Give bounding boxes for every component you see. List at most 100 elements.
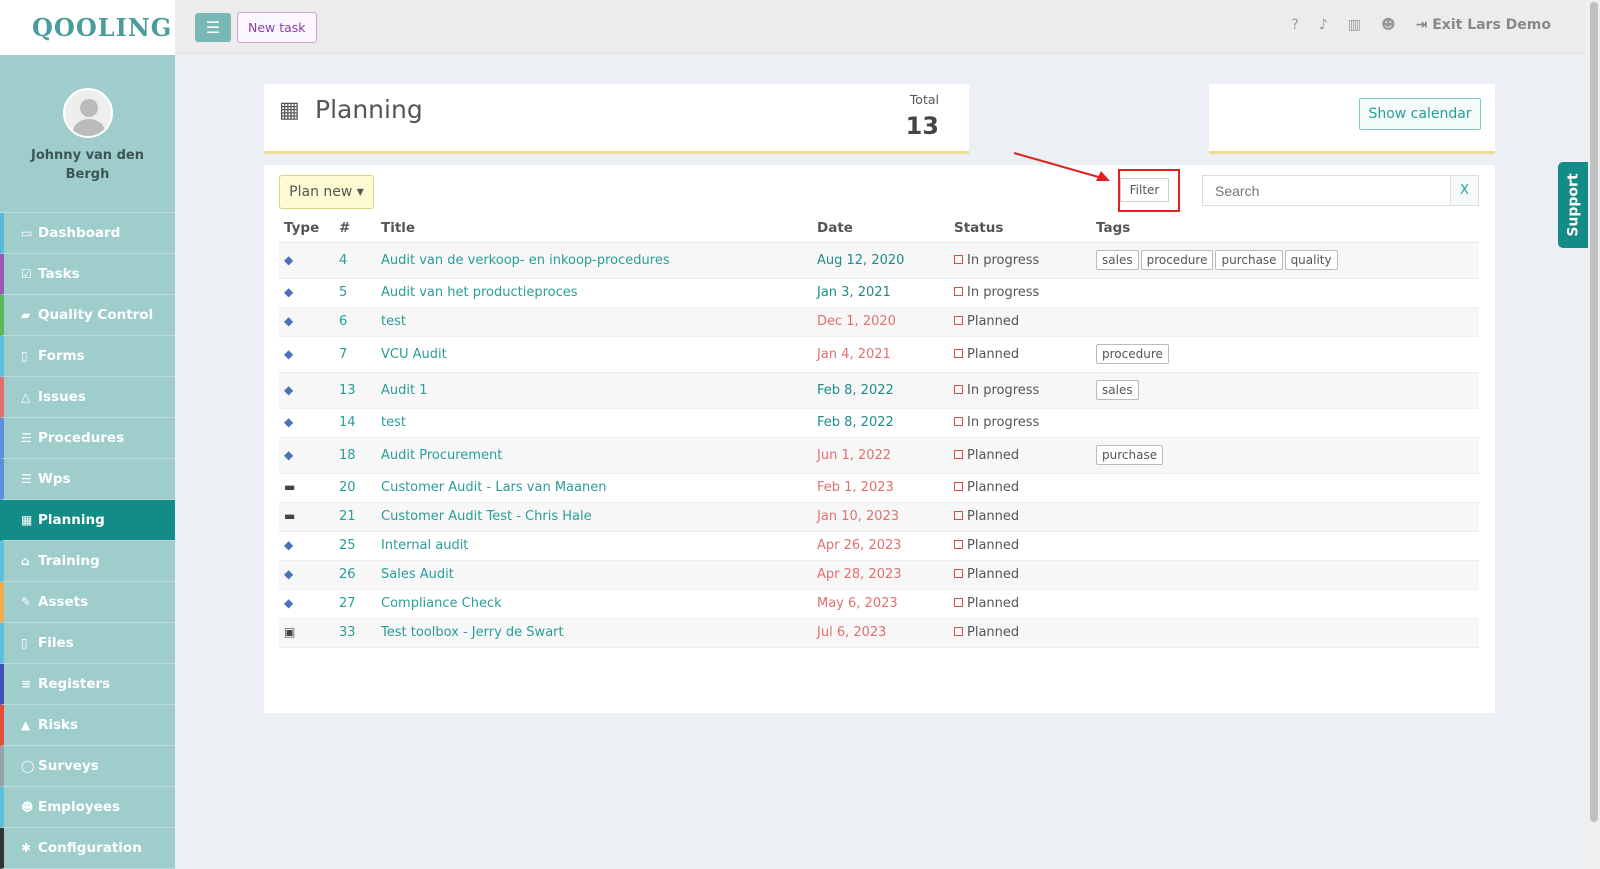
sidebar-item-wps[interactable]: ☰ Wps [0,459,175,500]
sidebar-item-dashboard[interactable]: ▭ Dashboard [0,213,175,254]
table-row[interactable]: ◆ 27 Compliance Check May 6, 2023 Planned [279,589,1479,619]
tag-badge[interactable]: procedure [1096,344,1169,364]
item-title-link[interactable]: Audit Procurement [381,448,502,463]
bell-icon[interactable]: ♪ [1319,17,1328,33]
sidebar-item-forms[interactable]: ▯ Forms [0,336,175,377]
status-cell: Planned [954,336,1096,373]
item-title-link[interactable]: Test toolbox - Jerry de Swart [381,625,564,640]
table-row[interactable]: ▬ 20 Customer Audit - Lars van Maanen Feb 1… [279,473,1479,503]
table-row[interactable]: ◆ 25 Internal audit Apr 26, 2023 Planned [279,531,1479,561]
item-number[interactable]: 14 [339,415,356,430]
scroll-thumb[interactable] [1590,2,1598,822]
table-row[interactable]: ▬ 21 Customer Audit Test - Chris Hale Jan 1… [279,502,1479,532]
sidebar-item-assets[interactable]: ✎ Assets [0,582,175,623]
table-row[interactable]: ◆ 6 test Dec 1, 2020 Planned [279,307,1479,337]
sign-out-icon: ⇥ [1415,17,1433,33]
scrollbar[interactable] [1588,0,1600,869]
sidebar-item-files[interactable]: ▯ Files [0,623,175,664]
table-row[interactable]: ◆ 13 Audit 1 Feb 8, 2022 In progress sales [279,372,1479,409]
item-title-link[interactable]: Audit van het productieproces [381,285,578,300]
item-title-link[interactable]: Customer Audit Test - Chris Hale [381,509,592,524]
table-row[interactable]: ◆ 14 test Feb 8, 2022 In progress [279,408,1479,438]
bars-icon: ≡ [21,677,32,691]
item-title-link[interactable]: test [381,415,406,430]
sidebar-item-training[interactable]: ⌂ Training [0,541,175,582]
sidebar-item-quality-control[interactable]: ▰ Quality Control [0,295,175,336]
users-icon: ☻ [21,800,34,814]
item-number[interactable]: 27 [339,596,356,611]
sidebar-item-surveys[interactable]: ◯ Surveys [0,746,175,787]
show-calendar-button[interactable]: Show calendar [1359,98,1481,130]
item-title-link[interactable]: Internal audit [381,538,468,553]
item-number[interactable]: 6 [339,314,347,329]
tag-badge[interactable]: purchase [1215,250,1283,270]
table-row[interactable]: ◆ 7 VCU Audit Jan 4, 2021 Planned procedure [279,336,1479,373]
plan-new-dropdown[interactable]: Plan new ▾ [279,175,374,209]
status-label: Planned [967,509,1020,524]
tags-cell: purchase [1096,437,1479,474]
new-task-button[interactable]: New task [237,12,317,43]
item-number[interactable]: 18 [339,448,356,463]
date-cell: Jan 10, 2023 [817,502,954,532]
tag-badge[interactable]: sales [1096,250,1139,270]
item-number[interactable]: 26 [339,567,356,582]
help-icon[interactable]: ? [1291,17,1298,33]
search-input[interactable] [1202,175,1451,206]
sidebar-item-registers[interactable]: ≡ Registers [0,664,175,705]
title-cell: Audit Procurement [381,437,817,474]
column-header-type[interactable]: Type [279,215,339,243]
item-title-link[interactable]: Compliance Check [381,596,502,611]
item-number[interactable]: 7 [339,347,347,362]
column-header-tags[interactable]: Tags [1096,215,1479,243]
item-title-link[interactable]: Audit van de verkoop- en inkoop-procedur… [381,253,670,268]
item-number[interactable]: 25 [339,538,356,553]
item-number[interactable]: 20 [339,480,356,495]
item-title-link[interactable]: Customer Audit - Lars van Maanen [381,480,606,495]
sidebar-item-risks[interactable]: ▲ Risks [0,705,175,746]
column-header-number[interactable]: # [339,215,381,243]
table-row[interactable]: ◆ 4 Audit van de verkoop- en inkoop-proced… [279,242,1479,279]
item-number[interactable]: 4 [339,253,347,268]
item-number[interactable]: 21 [339,509,356,524]
table-row[interactable]: ▣ 33 Test toolbox - Jerry de Swart Jul 6, 2… [279,618,1479,648]
tag-badge[interactable]: quality [1284,250,1338,270]
column-header-date[interactable]: Date [817,215,954,243]
graduation-cap-icon: ◆ [284,252,294,267]
planning-table: Type # Title Date Status Tags ◆ 4 Audit va… [279,215,1479,648]
exit-demo-link[interactable]: ⇥ Exit Lars Demo [1416,17,1551,33]
avatar[interactable] [62,88,113,138]
app-logo[interactable]: QOOLING [32,13,172,42]
item-title-link[interactable]: Audit 1 [381,383,428,398]
tag-badge[interactable]: sales [1096,380,1139,400]
support-tab[interactable]: Support [1558,162,1590,248]
tag-badge[interactable]: procedure [1140,250,1214,270]
sidebar-item-configuration[interactable]: ✱ Configuration [0,828,175,869]
filter-button[interactable]: Filter [1120,178,1169,202]
item-title-link[interactable]: Sales Audit [381,567,454,582]
item-number[interactable]: 13 [339,383,356,398]
table-row[interactable]: ◆ 18 Audit Procurement Jun 1, 2022 Planned pu… [279,437,1479,474]
sidebar-item-employees[interactable]: ☻ Employees [0,787,175,828]
menu-toggle-button[interactable]: ☰ [195,13,231,42]
column-header-title[interactable]: Title [381,215,817,243]
sidebar-item-tasks[interactable]: ☑ Tasks [0,254,175,295]
building-icon[interactable]: ▥ [1348,17,1361,33]
tag-badge[interactable]: purchase [1096,445,1164,465]
item-number[interactable]: 5 [339,285,347,300]
item-number[interactable]: 33 [339,625,356,640]
type-cell: ◆ [279,560,339,590]
date-cell: Feb 8, 2022 [817,372,954,409]
sidebar-item-issues[interactable]: △ Issues [0,377,175,418]
item-title-link[interactable]: VCU Audit [381,347,447,362]
sidebar-item-planning[interactable]: ▦ Planning [0,500,175,541]
sidebar-item-procedures[interactable]: ☰ Procedures [0,418,175,459]
table-row[interactable]: ◆ 5 Audit van het productieproces Jan 3, 20… [279,278,1479,308]
status-label: In progress [967,285,1040,300]
clear-search-button[interactable]: X [1451,175,1479,206]
column-header-status[interactable]: Status [954,215,1096,243]
date-cell: Jan 4, 2021 [817,336,954,373]
table-row[interactable]: ◆ 26 Sales Audit Apr 28, 2023 Planned [279,560,1479,590]
item-title-link[interactable]: test [381,314,406,329]
user-icon[interactable]: ☻ [1381,17,1396,33]
sidebar-item-label: Configuration [38,840,142,856]
